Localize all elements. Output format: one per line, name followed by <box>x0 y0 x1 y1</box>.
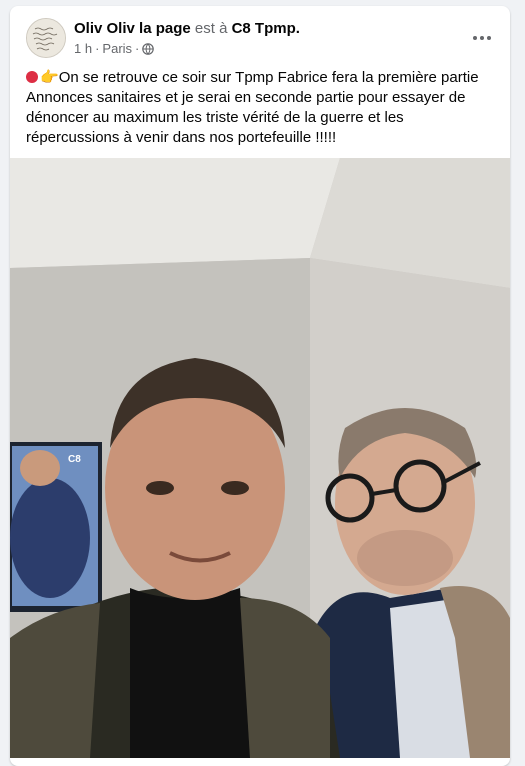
author-line: Oliv Oliv la page est à C8 Tpmp. <box>74 20 300 38</box>
author-avatar[interactable] <box>26 18 66 58</box>
post-header: Oliv Oliv la page est à C8 Tpmp. 1 h · P… <box>10 6 510 64</box>
post-card: Oliv Oliv la page est à C8 Tpmp. 1 h · P… <box>10 6 510 766</box>
more-options-button[interactable] <box>464 20 500 56</box>
relation-text: est à <box>194 20 228 37</box>
meta-separator: · <box>135 41 140 56</box>
post-body: On se retrouve ce soir sur Tpmp Fabrice … <box>26 69 479 146</box>
post-meta: 1 h · Paris · <box>74 41 155 57</box>
meta-separator: · <box>95 41 100 56</box>
author-name-link[interactable]: Oliv Oliv la page <box>74 20 191 37</box>
selfie-photo: C8 <box>10 158 510 758</box>
page-name-link[interactable]: C8 Tpmp. <box>232 20 300 37</box>
post-time-link[interactable]: 1 h <box>74 41 92 57</box>
globe-icon[interactable] <box>142 43 155 55</box>
more-options-icon <box>473 36 491 40</box>
post-photo[interactable]: C8 <box>10 158 510 758</box>
red-circle-icon <box>26 71 38 83</box>
tv-logo-text: C8 <box>68 454 81 465</box>
pointing-hand-emoji: 👉 <box>40 69 59 86</box>
post-text: 👉On se retrouve ce soir sur Tpmp Fabrice… <box>26 68 500 148</box>
avatar-handwriting-image <box>27 19 65 57</box>
post-location: Paris <box>102 41 133 56</box>
